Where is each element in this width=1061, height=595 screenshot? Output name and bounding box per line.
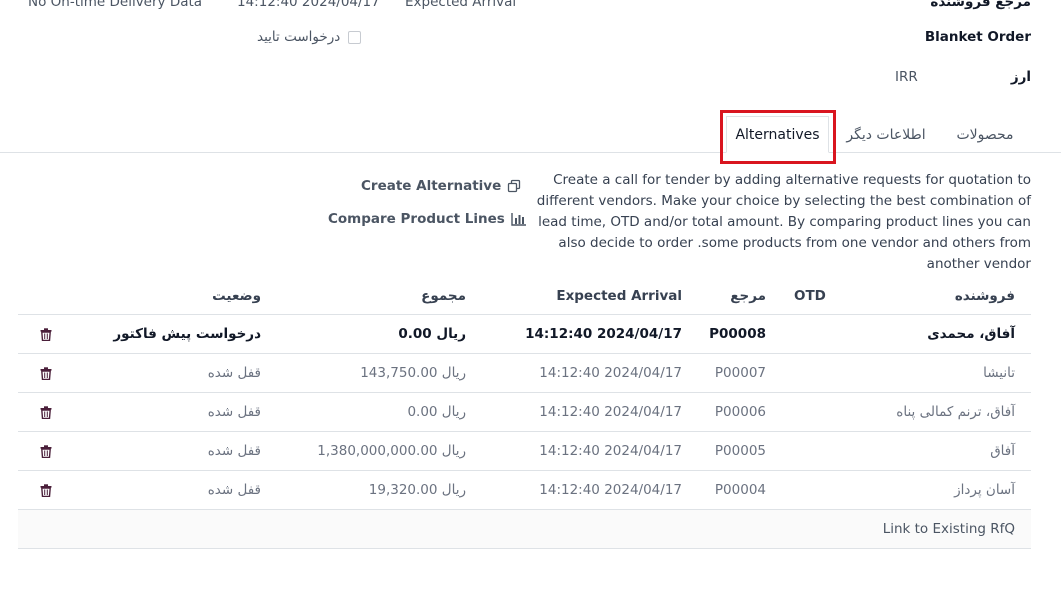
row-total: ریال 0.00 — [398, 326, 466, 342]
table-row[interactable]: آفاق، محمدی P00008 14:12:40 2024/04/17 ر… — [18, 315, 1031, 354]
row-expected-arrival: 14:12:40 2024/04/17 — [539, 482, 682, 498]
table-header: فروشنده OTD مرجع Expected Arrival مجموع … — [18, 277, 1031, 315]
alternatives-table: فروشنده OTD مرجع Expected Arrival مجموع … — [18, 277, 1031, 549]
row-reference: P00004 — [714, 482, 766, 498]
row-vendor: آفاق، محمدی — [927, 326, 1015, 342]
alternatives-description: Create a call for tender by adding alter… — [536, 172, 1031, 272]
row-reference: P00006 — [714, 404, 766, 420]
table-row[interactable]: آفاق، ترنم کمالی پناه P00006 14:12:40 20… — [18, 393, 1031, 432]
trash-icon[interactable] — [40, 354, 52, 392]
row-vendor: آسان پرداز — [954, 482, 1015, 498]
create-alternative-button[interactable]: Create Alternative — [361, 178, 521, 194]
vendor-reference-label: مرجع فروشنده — [930, 0, 1031, 10]
trash-icon[interactable] — [40, 393, 52, 431]
compare-product-lines-button[interactable]: Compare Product Lines — [328, 211, 527, 227]
table-row[interactable]: آفاق P00005 14:12:40 2024/04/17 ریال 1,3… — [18, 432, 1031, 471]
bar-chart-icon — [511, 212, 527, 226]
row-status: قفل شده — [207, 482, 261, 498]
trash-icon[interactable] — [40, 315, 52, 353]
trash-icon[interactable] — [40, 471, 52, 509]
column-vendor[interactable]: فروشنده — [955, 277, 1015, 314]
column-otd[interactable]: OTD — [794, 277, 826, 314]
row-vendor: تانیشا — [983, 365, 1015, 381]
row-reference: P00007 — [714, 365, 766, 381]
row-reference: P00005 — [714, 443, 766, 459]
row-total: ریال 143,750.00 — [360, 365, 466, 381]
row-status: قفل شده — [207, 443, 261, 459]
link-existing-rfq-row[interactable]: Link to Existing RfQ — [18, 510, 1031, 549]
column-reference[interactable]: مرجع — [730, 277, 766, 314]
create-alternative-label: Create Alternative — [361, 178, 502, 194]
table-row[interactable]: آسان پرداز P00004 14:12:40 2024/04/17 ری… — [18, 471, 1031, 510]
otd-value: No On-time Delivery Data — [28, 0, 203, 10]
blanket-order-label: Blanket Order — [924, 29, 1031, 45]
row-total: ریال 0.00 — [407, 404, 466, 420]
row-expected-arrival: 14:12:40 2024/04/17 — [539, 404, 682, 420]
copy-icon — [507, 179, 521, 193]
column-expected-arrival[interactable]: Expected Arrival — [556, 277, 682, 314]
row-reference: P00008 — [709, 326, 766, 342]
row-expected-arrival: 14:12:40 2024/04/17 — [539, 443, 682, 459]
currency-field[interactable]: IRR — [895, 69, 918, 85]
link-existing-rfq-button[interactable]: Link to Existing RfQ — [883, 510, 1015, 548]
request-approval-checkbox[interactable] — [348, 30, 362, 44]
row-status: قفل شده — [207, 404, 261, 420]
expected-arrival-label: Expected Arrival — [405, 0, 517, 10]
row-vendor: آفاق، ترنم کمالی پناه — [896, 404, 1015, 420]
column-status[interactable]: وضعیت — [212, 277, 261, 314]
request-approval-label: درخواست تایید — [257, 29, 341, 45]
request-approval-field[interactable]: درخواست تایید — [257, 29, 362, 45]
date-value: 14:12:40 2024/04/17 — [237, 0, 380, 10]
compare-product-lines-label: Compare Product Lines — [328, 211, 505, 227]
currency-label: ارز — [1010, 69, 1031, 85]
row-total: ریال 1,380,000,000.00 — [317, 443, 466, 459]
tab-products[interactable]: محصولات — [940, 116, 1030, 153]
table-row[interactable]: تانیشا P00007 14:12:40 2024/04/17 ریال 1… — [18, 354, 1031, 393]
row-expected-arrival: 14:12:40 2024/04/17 — [539, 365, 682, 381]
row-expected-arrival: 14:12:40 2024/04/17 — [525, 326, 682, 342]
row-status: درخواست پیش فاکتور — [113, 326, 261, 342]
row-total: ریال 19,320.00 — [368, 482, 466, 498]
trash-icon[interactable] — [40, 432, 52, 470]
column-total[interactable]: مجموع — [421, 277, 466, 314]
tab-other-info[interactable]: اطلاعات دیگر — [836, 116, 936, 153]
row-status: قفل شده — [207, 365, 261, 381]
row-vendor: آفاق — [990, 443, 1015, 459]
highlight-box — [720, 110, 836, 164]
